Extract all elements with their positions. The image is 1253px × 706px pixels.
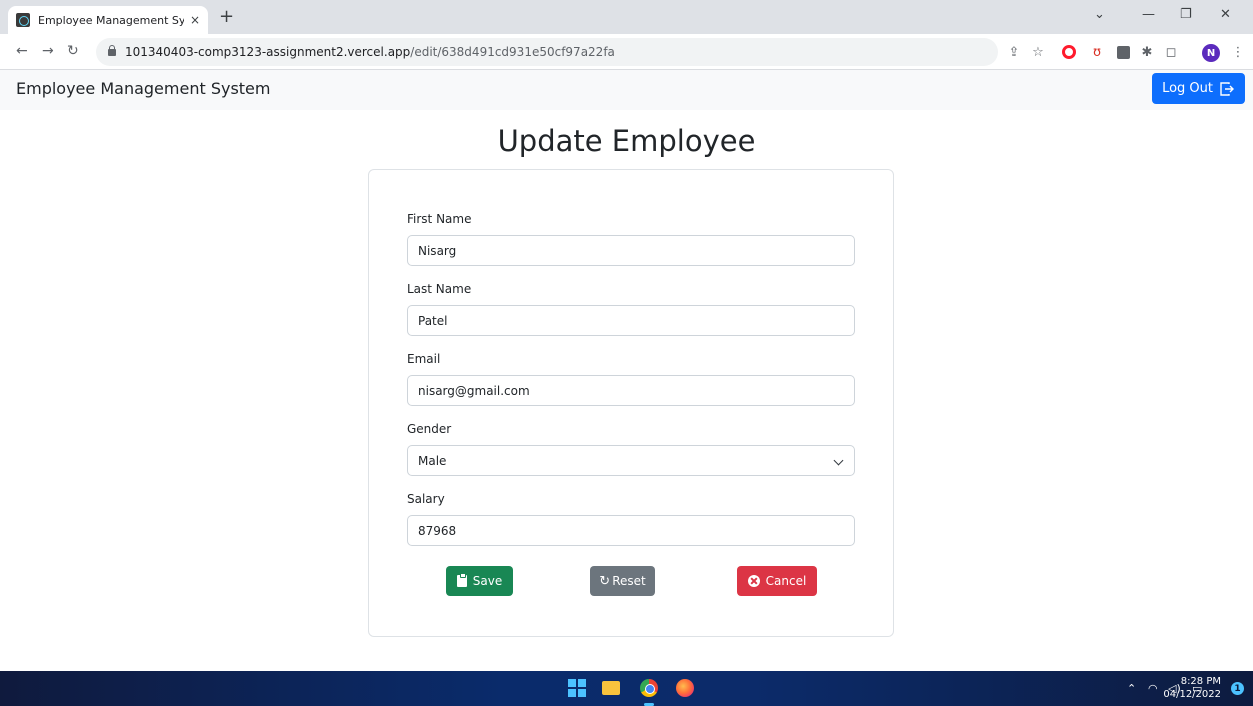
profile-avatar[interactable]: N	[1202, 44, 1220, 62]
puzzle-icon[interactable]: ✱	[1139, 44, 1155, 60]
windows-taskbar: ⌃ ◠ ◁) ▭ 8:28 PM 04/12/2022 1	[0, 671, 1253, 706]
new-tab-button[interactable]: +	[219, 6, 234, 28]
reload-icon[interactable]: ↻	[67, 43, 79, 59]
app-navbar: Employee Management System Log Out	[0, 70, 1253, 110]
clock-time: 8:28 PM	[1180, 676, 1221, 687]
wifi-icon[interactable]: ◠	[1148, 682, 1158, 695]
x-circle-icon	[747, 575, 760, 587]
url-path: /edit/638d491cd931e50cf97a22fa	[410, 45, 615, 59]
cancel-label: Cancel	[765, 574, 807, 588]
last-name-input[interactable]	[407, 305, 855, 336]
opera-icon[interactable]	[1061, 44, 1077, 60]
react-devtools-icon[interactable]	[1115, 44, 1131, 60]
gender-selected-value: Male	[418, 453, 447, 468]
reset-button[interactable]: ↻ Reset	[590, 566, 655, 596]
cancel-button[interactable]: Cancel	[737, 566, 817, 596]
react-favicon-icon	[16, 13, 30, 27]
forward-icon[interactable]: →	[42, 43, 54, 59]
chrome-icon[interactable]	[640, 679, 658, 697]
firefox-icon[interactable]	[676, 679, 694, 697]
clock-date: 04/12/2022	[1163, 689, 1221, 700]
tab-close-icon[interactable]: ×	[190, 13, 200, 27]
email-label: Email	[407, 352, 441, 366]
last-name-label: Last Name	[407, 282, 472, 296]
browser-toolbar: ← → ↻ 101340403-comp3123-assignment2.ver…	[0, 34, 1253, 70]
back-icon[interactable]: ←	[16, 43, 28, 59]
gender-select[interactable]: Male	[407, 445, 855, 476]
gender-label: Gender	[407, 422, 452, 436]
ublock-icon[interactable]: ʊ	[1089, 44, 1105, 60]
sidebar-icon[interactable]: ◻	[1163, 44, 1179, 60]
box-arrow-right-icon	[1219, 81, 1235, 97]
share-icon[interactable]: ⇪	[1006, 44, 1022, 60]
navbar-brand[interactable]: Employee Management System	[16, 79, 270, 98]
restore-icon[interactable]: ❐	[1180, 7, 1192, 22]
minimize-icon[interactable]: —	[1142, 7, 1155, 22]
reset-label: Reset	[612, 574, 646, 588]
page-title: Update Employee	[497, 124, 756, 158]
browser-tabstrip: Employee Management System × + ⌄ — ❐ ✕	[0, 0, 1253, 34]
first-name-input[interactable]	[407, 235, 855, 266]
close-window-icon[interactable]: ✕	[1220, 7, 1231, 22]
save-button[interactable]: Save	[446, 566, 513, 596]
tab-title: Employee Management System	[38, 13, 184, 27]
salary-input[interactable]	[407, 515, 855, 546]
lock-icon	[108, 44, 116, 56]
tab-search-icon[interactable]: ⌄	[1094, 7, 1105, 22]
first-name-label: First Name	[407, 212, 472, 226]
windows-start-icon[interactable]	[568, 679, 586, 697]
browser-tab[interactable]: Employee Management System ×	[8, 6, 208, 34]
taskbar-clock[interactable]: 8:28 PM 04/12/2022	[1163, 675, 1221, 701]
menu-kebab-icon[interactable]: ⋮	[1230, 44, 1246, 60]
clipboard-icon	[456, 573, 467, 587]
star-icon[interactable]: ☆	[1030, 44, 1046, 60]
address-bar[interactable]: 101340403-comp3123-assignment2.vercel.ap…	[96, 38, 998, 66]
reset-icon: ↻	[599, 573, 611, 589]
url-host: 101340403-comp3123-assignment2.vercel.ap…	[125, 45, 411, 59]
chevron-up-icon[interactable]: ⌃	[1127, 682, 1136, 695]
chevron-down-icon	[833, 455, 844, 466]
email-input[interactable]	[407, 375, 855, 406]
salary-label: Salary	[407, 492, 445, 506]
logout-label: Log Out	[1162, 81, 1213, 96]
notification-badge[interactable]: 1	[1231, 682, 1244, 695]
logout-button[interactable]: Log Out	[1152, 73, 1245, 104]
save-label: Save	[472, 574, 503, 588]
file-explorer-icon[interactable]	[602, 681, 620, 695]
